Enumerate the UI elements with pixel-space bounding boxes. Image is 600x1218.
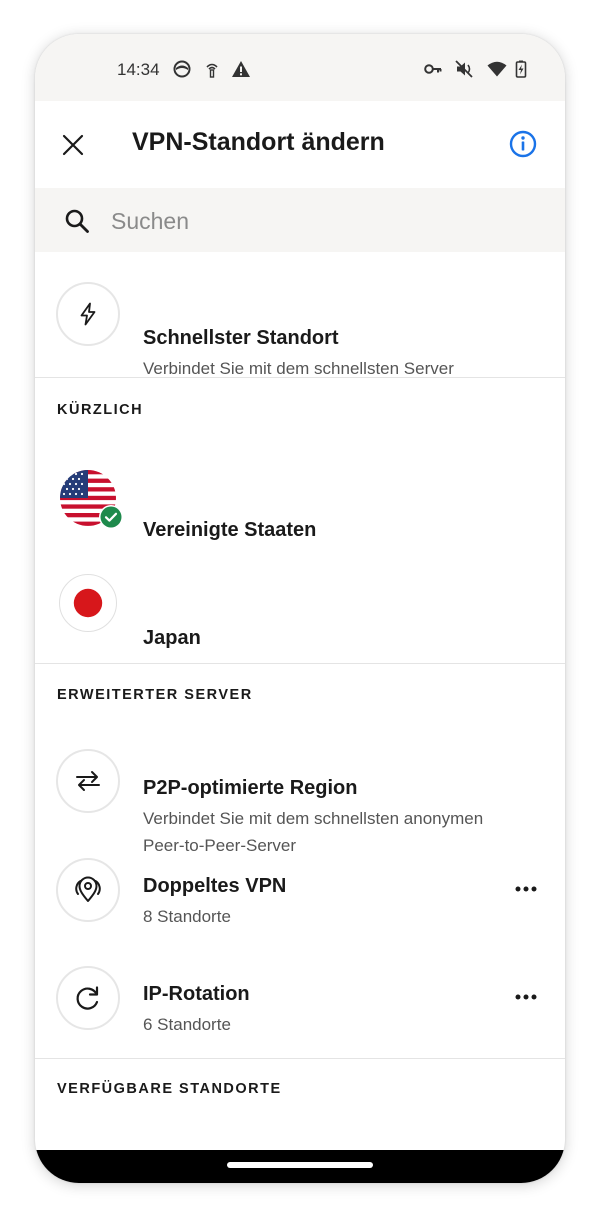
app-bar: VPN-Standort ändern bbox=[35, 101, 565, 188]
key-icon bbox=[423, 59, 443, 79]
search-icon bbox=[63, 207, 91, 235]
advanced-item-double-vpn[interactable]: Doppeltes VPN 8 Standorte bbox=[35, 844, 565, 952]
advanced-item-subtitle: Verbindet Sie mit dem schnellsten anonym… bbox=[143, 809, 484, 828]
swap-arrows-icon bbox=[56, 749, 120, 813]
warning-icon bbox=[231, 59, 251, 79]
advanced-item-subtitle: 8 Standorte bbox=[143, 907, 231, 926]
section-header-available: VERFÜGBARE STANDORTE bbox=[57, 1081, 282, 1097]
divider bbox=[35, 1058, 565, 1059]
search-bar bbox=[35, 188, 565, 252]
advanced-item-title: P2P-optimierte Region bbox=[143, 777, 358, 799]
advanced-item-p2p[interactable]: P2P-optimierte Region Verbindet Sie mit … bbox=[35, 734, 565, 855]
page-title: VPN-Standort ändern bbox=[132, 128, 385, 156]
navigation-bar bbox=[35, 1150, 565, 1183]
more-options-button[interactable] bbox=[509, 987, 543, 1007]
advanced-item-subtitle: 6 Standorte bbox=[143, 1015, 231, 1034]
location-label: Japan bbox=[143, 627, 201, 649]
info-button[interactable] bbox=[507, 128, 539, 160]
location-label: Vereinigte Staaten bbox=[143, 519, 317, 541]
more-icon bbox=[515, 886, 537, 892]
japan-flag-icon bbox=[59, 574, 117, 632]
more-icon bbox=[515, 994, 537, 1000]
divider bbox=[35, 377, 565, 378]
double-pin-icon bbox=[56, 858, 120, 922]
status-bar: 14:34 bbox=[35, 34, 565, 101]
vpn-shield-icon bbox=[172, 59, 192, 79]
rotate-icon bbox=[56, 966, 120, 1030]
lightning-icon bbox=[56, 282, 120, 346]
wifi-icon bbox=[487, 59, 507, 79]
location-item-united-states[interactable]: Vereinigte Staaten bbox=[35, 452, 565, 560]
phone-frame: 14:34 VPN-Standort ändern Suchen Schnell… bbox=[35, 34, 565, 1183]
more-options-button[interactable] bbox=[509, 879, 543, 899]
close-icon bbox=[62, 134, 84, 156]
info-icon bbox=[509, 130, 537, 158]
fastest-location-item[interactable]: Schnellster Standort Verbindet Sie mit d… bbox=[35, 252, 565, 378]
mute-icon bbox=[454, 59, 474, 79]
close-button[interactable] bbox=[57, 129, 89, 161]
advanced-item-ip-rotation[interactable]: IP-Rotation 6 Standorte bbox=[35, 952, 565, 1058]
hotspot-icon bbox=[202, 59, 222, 79]
battery-icon bbox=[511, 59, 531, 79]
advanced-item-title: Doppeltes VPN bbox=[143, 875, 287, 897]
section-header-recent: KÜRZLICH bbox=[57, 402, 144, 418]
fastest-location-title: Schnellster Standort bbox=[143, 327, 339, 349]
search-input[interactable] bbox=[109, 202, 533, 240]
connected-check-icon bbox=[99, 505, 123, 529]
location-item-japan[interactable]: Japan bbox=[35, 560, 565, 663]
divider bbox=[35, 663, 565, 664]
status-time: 14:34 bbox=[117, 60, 160, 79]
home-gesture-handle[interactable] bbox=[227, 1162, 373, 1168]
section-header-advanced: ERWEITERTER SERVER bbox=[57, 687, 253, 703]
advanced-item-title: IP-Rotation bbox=[143, 983, 250, 1005]
